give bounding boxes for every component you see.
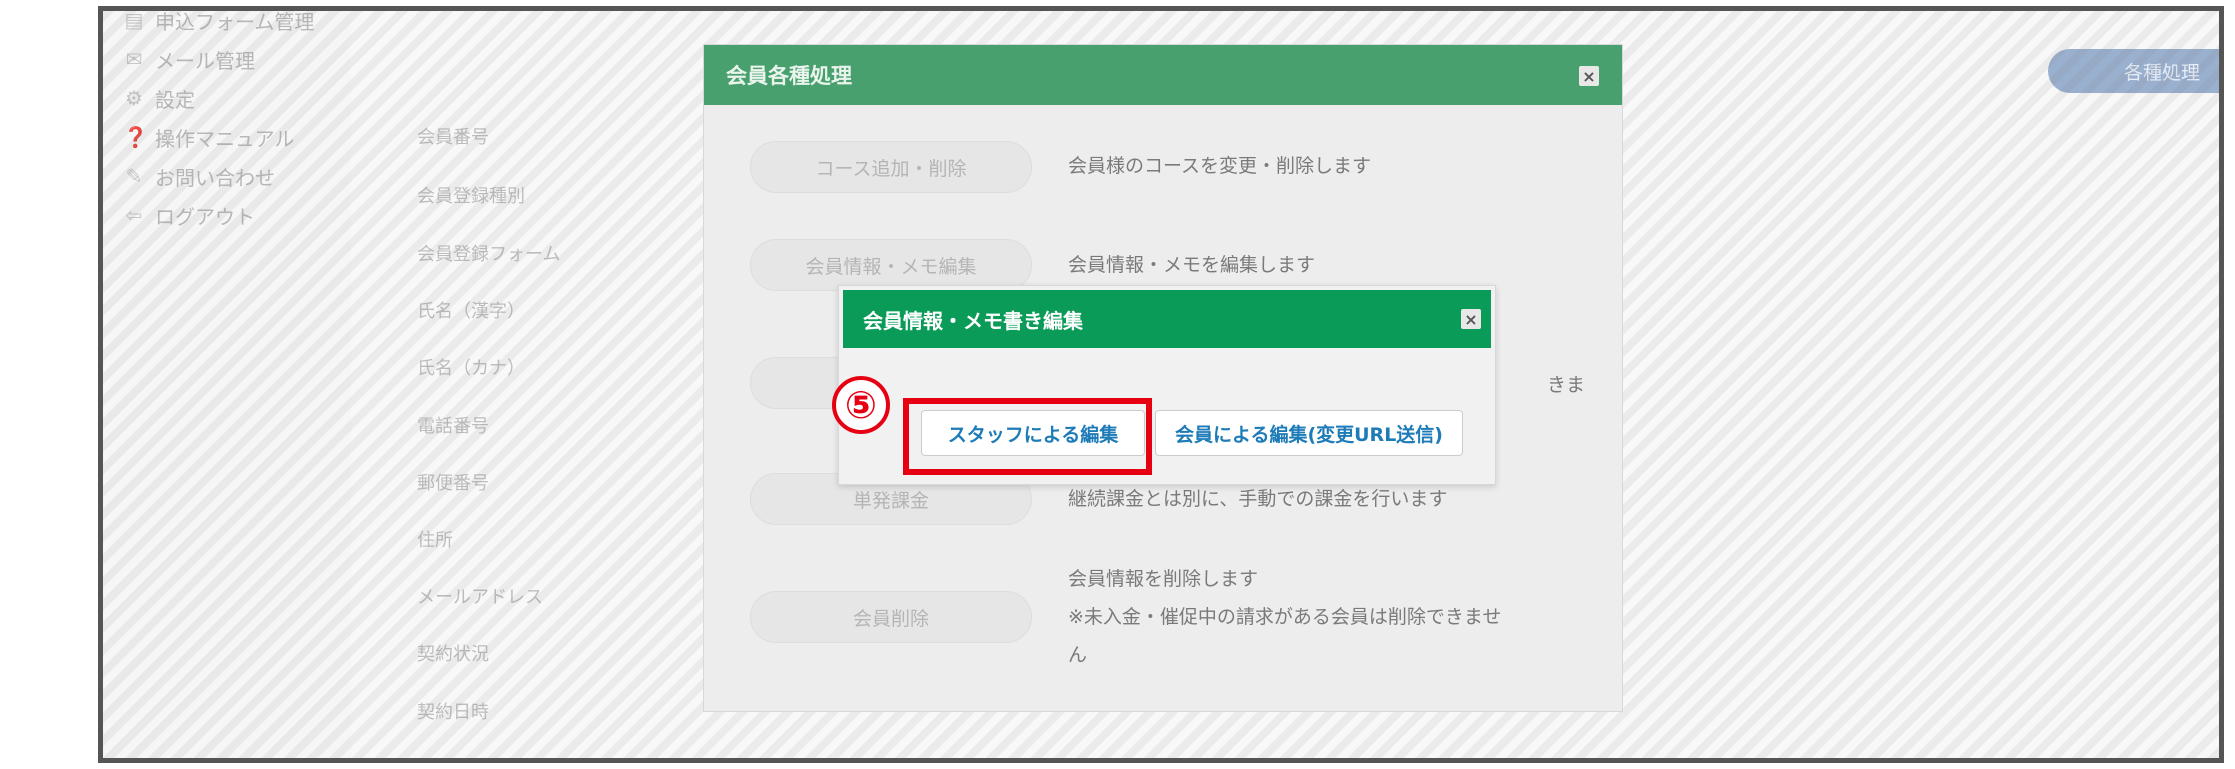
form-icon: ▤ — [124, 8, 144, 32]
step-number-badge: ⑤ — [832, 376, 890, 434]
field-label: 会員登録フォーム — [417, 244, 561, 265]
delete-member-button[interactable]: 会員削除 — [750, 591, 1032, 643]
sidebar-item-manual[interactable]: ❓ 操作マニュアル — [123, 122, 294, 152]
modal-title: 会員各種処理 — [726, 64, 852, 88]
mail-icon: ✉ — [125, 47, 143, 71]
one-time-charge-description: 継続課金とは別に、手動での課金を行います — [1068, 488, 1448, 510]
sidebar-item-contact[interactable]: ✎ お問い合わせ — [123, 161, 275, 191]
field-label: メールアドレス — [417, 587, 543, 608]
field-label: 氏名（漢字） — [417, 301, 525, 322]
course-edit-description: 会員様のコースを変更・削除します — [1068, 155, 1372, 177]
field-label: 郵便番号 — [417, 473, 489, 494]
field-label: 会員登録種別 — [417, 186, 525, 207]
close-icon[interactable]: × — [1579, 66, 1599, 86]
course-edit-button[interactable]: コース追加・削除 — [750, 141, 1032, 193]
sidebar-item-label: お問い合わせ — [155, 165, 275, 190]
delete-member-note: ※未入金・催促中の請求がある会員は削除できませ — [1068, 606, 1502, 628]
delete-member-description: 会員情報を削除します — [1068, 568, 1259, 590]
sidebar-item-label: 設定 — [155, 87, 195, 112]
hidden-operation-description: きま — [1547, 374, 1586, 396]
member-edit-send-url-button[interactable]: 会員による編集(変更URL送信) — [1155, 410, 1463, 456]
sidebar-item-settings[interactable]: ⚙ 設定 — [123, 83, 195, 113]
delete-member-note-tail: ん — [1068, 644, 1088, 666]
sidebar-item-form[interactable]: ▤ 申込フォーム管理 — [123, 8, 315, 35]
close-icon[interactable]: × — [1461, 309, 1481, 329]
field-label: 契約日時 — [417, 702, 489, 723]
sidebar-item-label: 申込フォーム管理 — [155, 9, 315, 34]
field-label: 補修課題 — [417, 755, 489, 758]
field-label: 電話番号 — [417, 416, 489, 437]
field-label: 契約状況 — [417, 644, 489, 665]
sidebar-item-logout[interactable]: ⇦ ログアウト — [123, 200, 255, 230]
modal-title: 会員情報・メモ書き編集 — [863, 308, 1083, 333]
gear-icon: ⚙ — [125, 86, 143, 110]
highlight-box — [903, 398, 1152, 475]
sidebar-item-mail[interactable]: ✉ メール管理 — [123, 44, 255, 74]
member-info-edit-description: 会員情報・メモを編集します — [1068, 254, 1316, 276]
field-label: 氏名（カナ） — [417, 358, 525, 379]
help-icon: ❓ — [123, 125, 148, 149]
sidebar-item-label: メール管理 — [155, 48, 255, 73]
sidebar-item-label: 操作マニュアル — [155, 126, 295, 151]
field-label: 住所 — [417, 530, 453, 551]
member-info-edit-button[interactable]: 会員情報・メモ編集 — [750, 239, 1032, 291]
chat-icon: ✎ — [125, 164, 143, 188]
sidebar: ▤ 申込フォーム管理 ✉ メール管理 ⚙ 設定 ❓ 操作マニュアル ✎ お問い合… — [103, 11, 352, 758]
field-label: 会員番号 — [417, 127, 489, 148]
sidebar-item-label: ログアウト — [155, 204, 255, 229]
modal-header: 会員情報・メモ書き編集 — [843, 290, 1491, 348]
logout-icon: ⇦ — [125, 203, 143, 227]
modal-header: 会員各種処理 — [704, 45, 1622, 105]
various-actions-button[interactable]: 各種処理 — [2048, 49, 2219, 93]
bottom-peek-text: 利用規約 — [853, 755, 925, 758]
